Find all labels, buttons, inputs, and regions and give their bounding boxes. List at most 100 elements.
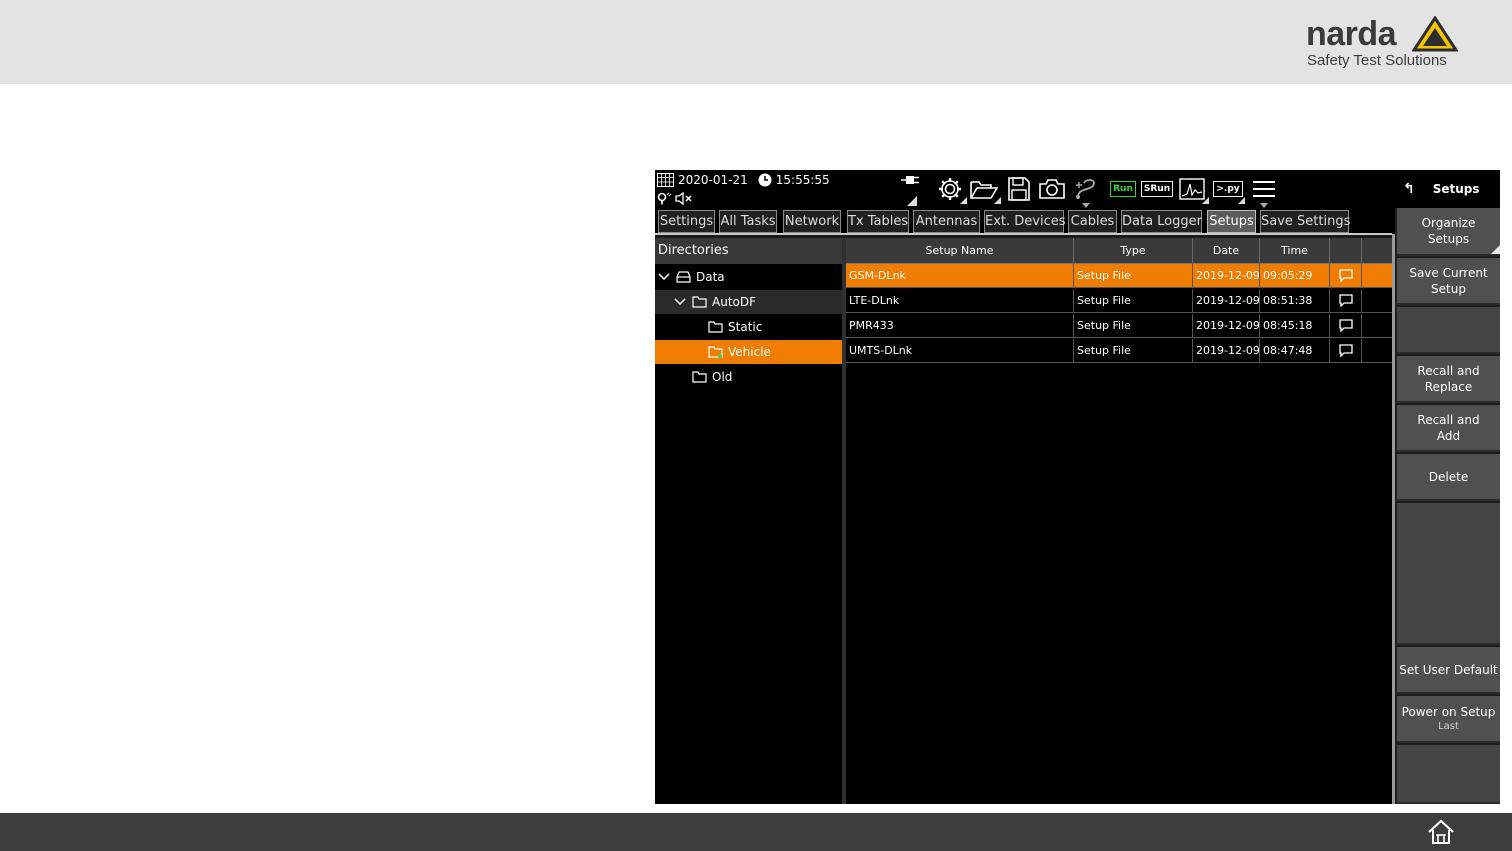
tree-item-autodf[interactable]: AutoDF xyxy=(655,290,842,314)
setups-table: Setup Name Type Date Time GSM-DLnk Setup… xyxy=(846,238,1392,804)
clock-icon xyxy=(758,173,772,187)
power-on-setup-value: Last xyxy=(1438,721,1459,732)
table-header: Setup Name Type Date Time xyxy=(846,238,1392,264)
recall-and-replace-button[interactable]: Recall and Replace xyxy=(1397,356,1500,403)
table-row[interactable]: GSM-DLnk Setup File 2019-12-09 09:05:29 xyxy=(846,264,1392,288)
home-icon[interactable] xyxy=(1426,817,1456,847)
recall-and-add-label: Recall and Add xyxy=(1417,412,1480,443)
tab-ext-devices[interactable]: Ext. Devices xyxy=(984,210,1066,233)
logo-tagline: Safety Test Solutions xyxy=(1307,52,1447,69)
tree-item-label: AutoDF xyxy=(712,295,757,309)
cell-time: 09:05:29 xyxy=(1260,264,1330,288)
column-header-date[interactable]: Date xyxy=(1193,238,1260,264)
folder-icon xyxy=(708,321,723,333)
tab-cables[interactable]: Cables xyxy=(1068,210,1117,233)
comment-icon[interactable] xyxy=(1330,289,1362,313)
tree-item-old[interactable]: Old xyxy=(655,365,842,389)
status-bar: 2020-01-21 15:55:55 xyxy=(655,170,923,208)
power-on-setup-button[interactable]: Power on Setup Last xyxy=(1397,696,1500,743)
cell-date: 2019-12-09 xyxy=(1193,264,1260,288)
python-script-icon[interactable]: >.py xyxy=(1213,174,1245,204)
cell-type: Setup File xyxy=(1074,264,1193,288)
run-label: Run xyxy=(1110,181,1136,197)
mute-speaker-icon xyxy=(675,192,692,205)
logo-wordmark: narda xyxy=(1306,15,1397,53)
comment-icon[interactable] xyxy=(1330,314,1362,338)
save-current-setup-label: Save Current Setup xyxy=(1409,265,1488,296)
chart-icon[interactable] xyxy=(1177,174,1209,204)
tab-tx-tables[interactable]: Tx Tables xyxy=(847,210,909,233)
tab-antennas[interactable]: Antennas xyxy=(913,210,980,233)
cell-date: 2019-12-09 xyxy=(1193,289,1260,313)
tab-settings[interactable]: Settings xyxy=(658,210,715,233)
menu-title-label: Setups xyxy=(1432,182,1480,196)
set-user-default-button[interactable]: Set User Default xyxy=(1397,647,1500,694)
menu-title: ↰ Setups xyxy=(1395,170,1500,208)
folder-icon xyxy=(692,371,707,383)
recall-and-replace-label: Recall and Replace xyxy=(1417,363,1480,394)
power-on-setup-label: Power on Setup xyxy=(1401,705,1496,719)
tab-data-logger[interactable]: Data Logger xyxy=(1121,210,1202,233)
tree-item-static[interactable]: Static xyxy=(655,315,842,339)
save-disk-icon[interactable] xyxy=(1004,174,1034,204)
directories-header: Directories xyxy=(655,238,842,264)
status-time: 15:55:55 xyxy=(775,173,830,187)
tree-item-data[interactable]: Data xyxy=(655,265,842,289)
toolbar: Run SRun >.py xyxy=(923,170,1395,208)
gps-location-icon xyxy=(657,192,672,205)
srun-button[interactable]: SRun xyxy=(1140,174,1174,204)
comment-icon[interactable] xyxy=(1330,264,1362,288)
cell-setup-name: LTE-DLnk xyxy=(846,289,1074,313)
column-header-comment[interactable] xyxy=(1330,238,1362,264)
delete-button[interactable]: Delete xyxy=(1397,454,1500,501)
tree-item-label: Old xyxy=(712,370,733,384)
tab-setups[interactable]: Setups xyxy=(1207,210,1256,233)
tab-save-settings[interactable]: Save Settings xyxy=(1260,210,1350,233)
table-row[interactable]: UMTS-DLnk Setup File 2019-12-09 08:47:48 xyxy=(846,339,1392,363)
recall-and-add-button[interactable]: Recall and Add xyxy=(1397,405,1500,452)
chevron-down-icon[interactable] xyxy=(658,271,670,283)
set-user-default-label: Set User Default xyxy=(1399,662,1498,677)
save-current-setup-button[interactable]: Save Current Setup xyxy=(1397,258,1500,305)
power-plug-icon xyxy=(901,176,919,184)
calendar-icon xyxy=(657,173,674,187)
cell-time: 08:51:38 xyxy=(1260,289,1330,313)
hamburger-menu-icon[interactable] xyxy=(1249,174,1279,208)
table-row[interactable]: LTE-DLnk Setup File 2019-12-09 08:51:38 xyxy=(846,289,1392,313)
tree-item-label: Static xyxy=(728,320,763,334)
organize-setups-label: Organize Setups xyxy=(1421,216,1476,246)
back-arrow-icon[interactable]: ↰ xyxy=(1403,181,1415,197)
column-header-setup-name[interactable]: Setup Name xyxy=(846,238,1074,264)
camera-icon[interactable] xyxy=(1037,174,1067,204)
cell-time: 08:45:18 xyxy=(1260,314,1330,338)
side-menu: Organize Setups Save Current Setup Recal… xyxy=(1395,208,1500,804)
tab-underline xyxy=(655,233,1392,235)
column-header-time[interactable]: Time xyxy=(1260,238,1330,264)
organize-setups-button[interactable]: Organize Setups xyxy=(1397,208,1500,256)
header-band: narda Safety Test Solutions xyxy=(0,0,1512,84)
cell-type: Setup File xyxy=(1074,339,1193,363)
directories-panel: Directories Data AutoDF Static Vehicle O… xyxy=(655,238,842,804)
warning-triangle-icon xyxy=(1412,16,1458,52)
tree-item-label: Vehicle xyxy=(728,345,771,359)
route-icon[interactable] xyxy=(1071,174,1101,208)
status-date: 2020-01-21 xyxy=(678,173,748,187)
tree-item-label: Data xyxy=(696,270,725,284)
tab-network[interactable]: Network xyxy=(783,210,841,233)
srun-label: SRun xyxy=(1140,181,1174,197)
cell-setup-name: GSM-DLnk xyxy=(846,264,1074,288)
column-header-type[interactable]: Type xyxy=(1074,238,1193,264)
open-folder-icon[interactable] xyxy=(969,174,1001,204)
run-button[interactable]: Run xyxy=(1108,174,1138,204)
table-row[interactable]: PMR433 Setup File 2019-12-09 08:45:18 xyxy=(846,314,1392,338)
comment-icon[interactable] xyxy=(1330,339,1362,363)
settings-gear-icon[interactable] xyxy=(935,174,967,204)
narda-logo: narda Safety Test Solutions xyxy=(1306,14,1466,74)
cell-time: 08:47:48 xyxy=(1260,339,1330,363)
instrument-screen: 2020-01-21 15:55:55 Run SRun >.py ↰ Setu… xyxy=(655,170,1500,804)
tree-item-vehicle[interactable]: Vehicle xyxy=(655,340,842,364)
chevron-down-icon[interactable] xyxy=(674,296,686,308)
tab-all-tasks[interactable]: All Tasks xyxy=(719,210,777,233)
tab-bar: Settings All Tasks Network Tx Tables Ant… xyxy=(655,208,1395,234)
drive-icon xyxy=(676,271,691,283)
